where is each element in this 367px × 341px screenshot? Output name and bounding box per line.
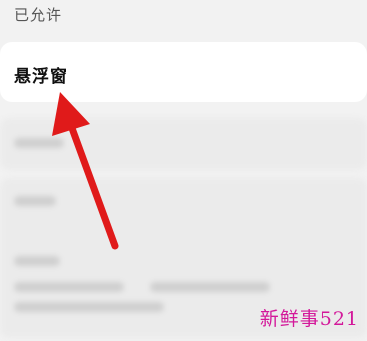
section-header-allowed: 已允许 <box>14 6 63 24</box>
blurred-text <box>14 282 124 292</box>
blurred-text <box>14 256 60 266</box>
blurred-text <box>14 302 164 312</box>
permissions-screen: 已允许 悬浮窗 新鲜事521 <box>0 0 367 341</box>
blurred-text <box>150 282 270 292</box>
watermark-text: 新鲜事521 <box>259 308 359 330</box>
floating-window-permission-item[interactable]: 悬浮窗 <box>0 42 367 102</box>
blurred-text <box>14 196 56 206</box>
blurred-text <box>14 138 64 148</box>
blurred-list-item <box>0 118 367 170</box>
permission-item-label: 悬浮窗 <box>14 67 68 87</box>
